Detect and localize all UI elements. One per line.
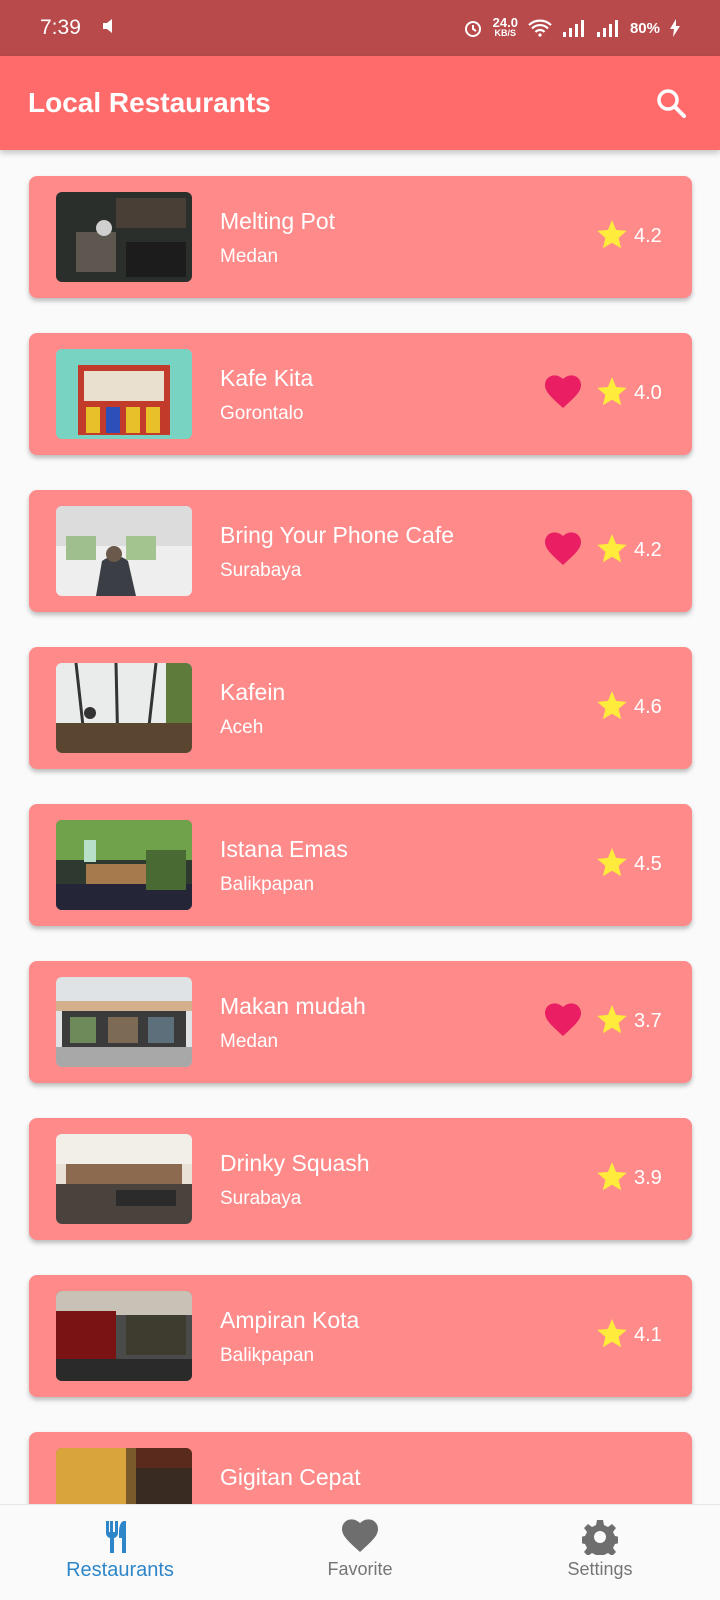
restaurant-rating: 4.2 xyxy=(634,539,662,561)
charging-icon xyxy=(670,19,680,37)
restaurant-list[interactable]: Melting Pot Medan 4.2 Kafe Kita Gorontalo 4.0… xyxy=(0,150,720,1504)
search-icon xyxy=(657,89,686,118)
speed-unit: KB/S xyxy=(494,28,517,38)
restaurant-name: Kafein xyxy=(220,679,286,705)
star-icon xyxy=(596,1319,628,1354)
restaurant-card[interactable]: Makan mudah Medan 3.7 xyxy=(29,961,692,1083)
restaurant-city: Medan xyxy=(220,1031,279,1052)
restaurant-card[interactable]: Kafe Kita Gorontalo 4.0 xyxy=(29,333,692,455)
restaurant-city: Balikpapan xyxy=(220,1345,315,1366)
restaurant-name: Gigitan Cepat xyxy=(220,1464,361,1490)
restaurant-image xyxy=(56,349,192,439)
restaurant-card[interactable]: Kafein Aceh 4.6 xyxy=(29,647,692,769)
signal-icon xyxy=(562,19,586,37)
restaurant-icon xyxy=(105,1521,126,1553)
network-speed: 24.0 KB/S xyxy=(492,15,518,39)
restaurant-city: Medan xyxy=(220,246,279,267)
restaurant-rating: 4.2 xyxy=(634,225,662,247)
nav-restaurants[interactable]: Restaurants xyxy=(0,1505,240,1600)
restaurant-name: Istana Emas xyxy=(220,836,348,862)
favorite-heart-icon[interactable] xyxy=(545,1003,581,1042)
restaurant-city: Aceh xyxy=(220,717,264,738)
bottom-navigation: Restaurants Favorite Settings xyxy=(0,1504,720,1600)
restaurant-rating: 4.1 xyxy=(634,1324,662,1346)
restaurant-image xyxy=(56,192,192,282)
battery-level: 80% xyxy=(629,19,660,37)
heart-icon xyxy=(342,1519,378,1552)
status-right: 24.0 KB/S 80% xyxy=(463,15,680,39)
restaurant-card[interactable]: Istana Emas Balikpapan 4.5 xyxy=(29,804,692,926)
restaurant-image xyxy=(56,506,192,596)
gear-icon xyxy=(582,1520,618,1555)
signal-icon-2 xyxy=(596,19,620,37)
restaurant-name: Drinky Squash xyxy=(220,1150,370,1176)
nav-restaurants-label: Restaurants xyxy=(66,1559,174,1581)
star-icon xyxy=(596,1005,628,1040)
wifi-icon xyxy=(528,19,552,37)
restaurant-card[interactable]: Bring Your Phone Cafe Surabaya 4.2 xyxy=(29,490,692,612)
restaurant-image xyxy=(56,820,192,910)
restaurant-name: Kafe Kita xyxy=(220,365,314,391)
restaurant-image xyxy=(56,663,192,753)
star-icon xyxy=(596,1162,628,1197)
speed-value: 24.0 xyxy=(492,15,518,30)
restaurant-name: Melting Pot xyxy=(220,208,336,234)
restaurant-name: Ampiran Kota xyxy=(220,1307,360,1333)
restaurant-rating: 4.0 xyxy=(634,382,662,404)
status-left: 7:39 xyxy=(40,16,117,40)
restaurant-name: Makan mudah xyxy=(220,993,366,1019)
page-title: Local Restaurants xyxy=(28,87,271,118)
nav-favorite[interactable]: Favorite xyxy=(240,1505,480,1600)
restaurant-city: Surabaya xyxy=(220,560,302,581)
restaurant-card[interactable]: Melting Pot Medan 4.2 xyxy=(29,176,692,298)
restaurant-rating: 3.7 xyxy=(634,1010,662,1032)
star-icon xyxy=(596,220,628,255)
restaurant-city: Surabaya xyxy=(220,1188,302,1209)
star-icon xyxy=(596,377,628,412)
restaurant-card[interactable]: Ampiran Kota Balikpapan 4.1 xyxy=(29,1275,692,1397)
status-bar: 7:39 24.0 KB/S 80% xyxy=(0,0,720,56)
restaurant-card[interactable]: Drinky Squash Surabaya 3.9 xyxy=(29,1118,692,1240)
restaurant-card[interactable]: Gigitan Cepat xyxy=(29,1432,692,1504)
restaurant-rating: 4.6 xyxy=(634,696,662,718)
status-time: 7:39 xyxy=(40,16,81,39)
app-bar: Local Restaurants xyxy=(0,56,720,150)
star-icon xyxy=(596,534,628,569)
restaurant-image xyxy=(56,977,192,1067)
restaurant-image xyxy=(56,1448,192,1504)
nav-settings[interactable]: Settings xyxy=(480,1505,720,1600)
star-icon xyxy=(596,691,628,726)
restaurant-rating: 3.9 xyxy=(634,1167,662,1189)
nav-favorite-label: Favorite xyxy=(327,1559,393,1579)
restaurant-rating: 4.5 xyxy=(634,853,662,875)
alarm-icon xyxy=(463,18,483,38)
restaurant-image xyxy=(56,1134,192,1224)
star-icon xyxy=(596,848,628,883)
search-button[interactable] xyxy=(648,80,694,126)
restaurant-image xyxy=(56,1291,192,1381)
favorite-heart-icon[interactable] xyxy=(545,375,581,414)
nav-settings-label: Settings xyxy=(567,1559,633,1579)
favorite-heart-icon[interactable] xyxy=(545,532,581,571)
restaurant-name: Bring Your Phone Cafe xyxy=(220,522,455,548)
restaurant-city: Gorontalo xyxy=(220,403,304,424)
restaurant-city: Balikpapan xyxy=(220,874,315,895)
volume-icon xyxy=(102,16,117,40)
